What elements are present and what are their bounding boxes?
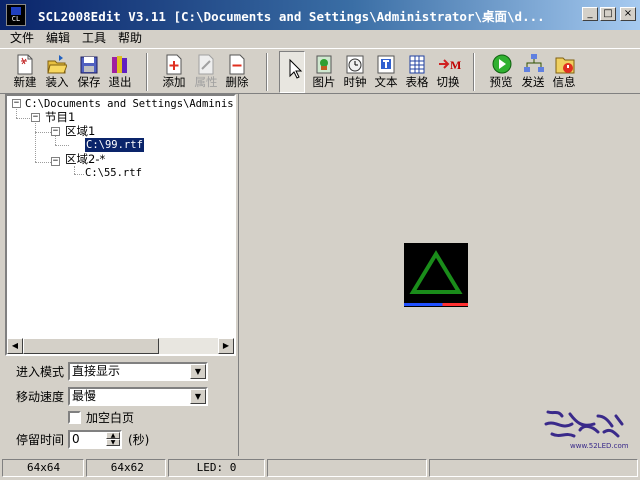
svg-text:www.52LED.com: www.52LED.com bbox=[570, 442, 629, 450]
scroll-left-arrow-icon[interactable]: ◀ bbox=[7, 338, 23, 354]
delete-button[interactable]: 删除 bbox=[221, 51, 253, 93]
status-bar: 64x64 64x62 LED: 0 bbox=[0, 457, 640, 480]
stay-time-value: 0 bbox=[72, 432, 80, 446]
status-pane-led: LED: 0 bbox=[167, 459, 266, 477]
led-canvas-area[interactable]: www.52LED.com bbox=[238, 94, 638, 456]
blank-page-label: 加空白页 bbox=[86, 411, 135, 425]
tree-area1-file[interactable]: C:\99.rtf bbox=[85, 138, 144, 152]
close-button[interactable]: × bbox=[620, 7, 636, 21]
tree-root-path[interactable]: C:\Documents and Settings\Administ bbox=[25, 97, 234, 111]
speed-select[interactable]: 最慢 ▼ bbox=[68, 387, 208, 406]
status-pane-4 bbox=[267, 459, 427, 477]
scroll-thumb[interactable] bbox=[23, 338, 159, 354]
tree-root-collapse-toggle[interactable]: − bbox=[12, 99, 21, 108]
enter-mode-label: 进入模式 bbox=[16, 365, 65, 379]
tree-program-collapse-toggle[interactable]: − bbox=[31, 113, 40, 122]
delete-icon bbox=[227, 53, 247, 75]
maximize-button[interactable]: □ bbox=[600, 7, 616, 21]
clock-button[interactable]: 时钟 bbox=[339, 51, 371, 93]
info-button[interactable]: 信息 bbox=[548, 51, 580, 93]
load-button[interactable]: 装入 bbox=[41, 51, 73, 93]
tree-area1[interactable]: 区域1 bbox=[65, 124, 95, 138]
menu-bar: 文件 编辑 工具 帮助 bbox=[0, 30, 640, 47]
svg-text:M: M bbox=[450, 58, 461, 72]
info-icon bbox=[554, 53, 575, 75]
led-area-border bbox=[404, 303, 468, 306]
minimize-button[interactable]: _ bbox=[582, 7, 598, 21]
exit-button[interactable]: 退出 bbox=[104, 51, 136, 93]
tree-program[interactable]: 节目1 bbox=[45, 110, 75, 124]
add-icon bbox=[164, 53, 184, 75]
stay-time-unit: (秒) bbox=[128, 433, 150, 447]
app-icon[interactable]: CL bbox=[6, 4, 26, 26]
switch-arrow-icon: M bbox=[438, 53, 461, 75]
pointer-tool-button[interactable] bbox=[279, 51, 305, 93]
switch-button[interactable]: M 切换 bbox=[432, 51, 464, 93]
tree-area1-collapse-toggle[interactable]: − bbox=[51, 127, 60, 136]
properties-icon bbox=[196, 53, 216, 75]
toolbar: 新建 装入 保存 退出 添加 属性 删除 图片 时钟 文本 表格 M 切换 预览… bbox=[0, 48, 640, 94]
new-button[interactable]: 新建 bbox=[9, 51, 41, 93]
exit-books-icon bbox=[110, 53, 130, 75]
preview-button[interactable]: 预览 bbox=[485, 51, 517, 93]
save-button[interactable]: 保存 bbox=[73, 51, 105, 93]
open-folder-icon bbox=[47, 53, 68, 75]
led-preview[interactable] bbox=[404, 243, 468, 307]
program-tree[interactable]: − C:\Documents and Settings\Administ − 节… bbox=[5, 94, 236, 356]
scroll-right-arrow-icon[interactable]: ▶ bbox=[218, 338, 234, 354]
picture-button[interactable]: 图片 bbox=[308, 51, 340, 93]
new-file-icon bbox=[15, 53, 35, 75]
enter-mode-select[interactable]: 直接显示 ▼ bbox=[68, 362, 208, 381]
text-icon bbox=[376, 53, 396, 75]
status-pane-size: 64x64 bbox=[2, 459, 84, 477]
menu-tools[interactable]: 工具 bbox=[76, 30, 112, 47]
status-pane-5 bbox=[428, 459, 638, 477]
picture-icon bbox=[314, 53, 334, 75]
speed-value: 最慢 bbox=[72, 389, 97, 403]
menu-help[interactable]: 帮助 bbox=[112, 30, 148, 47]
stay-time-input[interactable]: 0 ▲ ▼ bbox=[68, 430, 122, 449]
floppy-icon bbox=[79, 53, 99, 75]
table-button[interactable]: 表格 bbox=[401, 51, 433, 93]
text-button[interactable]: 文本 bbox=[370, 51, 402, 93]
spin-down-icon[interactable]: ▼ bbox=[106, 439, 120, 446]
spin-up-icon[interactable]: ▲ bbox=[106, 432, 120, 439]
clock-icon bbox=[345, 53, 365, 75]
properties-button[interactable]: 属性 bbox=[190, 51, 222, 93]
status-pane-area-size: 64x62 bbox=[85, 459, 166, 477]
window-title: SCL2008Edit V3.11 [C:\Documents and Sett… bbox=[38, 8, 545, 24]
title-bar: CL SCL2008Edit V3.11 [C:\Documents and S… bbox=[0, 0, 640, 30]
blank-page-checkbox[interactable] bbox=[68, 411, 81, 424]
tree-area2-collapse-toggle[interactable]: − bbox=[51, 157, 60, 166]
watermark-logo: www.52LED.com bbox=[540, 404, 632, 452]
pointer-icon bbox=[289, 58, 303, 79]
speed-label: 移动速度 bbox=[16, 390, 65, 404]
tree-horizontal-scrollbar[interactable]: ◀ ▶ bbox=[7, 338, 234, 354]
chevron-down-icon[interactable]: ▼ bbox=[190, 364, 206, 379]
enter-mode-value: 直接显示 bbox=[72, 364, 121, 378]
network-icon bbox=[523, 53, 544, 75]
play-icon bbox=[491, 53, 512, 75]
add-button[interactable]: 添加 bbox=[158, 51, 190, 93]
send-button[interactable]: 发送 bbox=[517, 51, 549, 93]
triangle-icon bbox=[409, 250, 463, 294]
menu-edit[interactable]: 编辑 bbox=[40, 30, 76, 47]
stay-time-label: 停留时间 bbox=[16, 433, 65, 447]
table-icon bbox=[407, 53, 427, 75]
tree-area2-file[interactable]: C:\55.rtf bbox=[85, 166, 142, 180]
chevron-down-icon[interactable]: ▼ bbox=[190, 389, 206, 404]
tree-area2[interactable]: 区域2-* bbox=[65, 152, 105, 166]
menu-file[interactable]: 文件 bbox=[4, 30, 40, 47]
